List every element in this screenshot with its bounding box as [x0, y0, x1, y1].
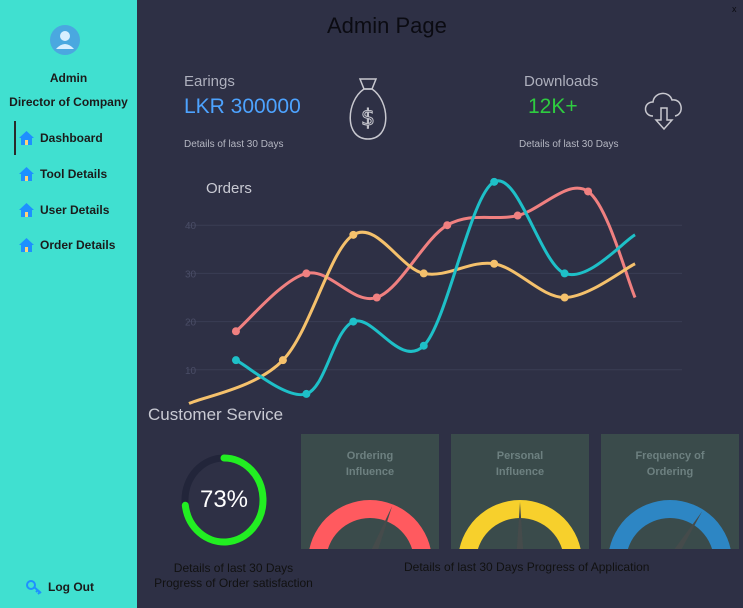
data-point-yellow — [560, 293, 569, 302]
sidebar-item-order-details[interactable]: Order Details — [18, 234, 115, 256]
sidebar-item-label: User Details — [40, 203, 110, 217]
y-tick-label: 40 — [185, 221, 197, 232]
avatar-icon — [50, 25, 80, 55]
data-point-teal — [560, 269, 569, 278]
logout-label: Log Out — [48, 580, 94, 594]
data-point-salmon — [443, 221, 452, 230]
data-point-teal — [231, 356, 240, 365]
data-point-yellow — [419, 269, 428, 278]
home-icon — [19, 238, 34, 252]
gauge-meter — [459, 500, 581, 549]
data-point-salmon — [302, 269, 311, 278]
application-footer: Details of last 30 Days Progress of Appl… — [404, 560, 650, 574]
data-point-salmon — [513, 211, 522, 220]
data-point-teal — [302, 389, 311, 398]
gauge-band — [609, 500, 731, 549]
data-point-teal — [490, 177, 499, 186]
y-tick-label: 30 — [185, 269, 197, 280]
data-point-teal — [349, 317, 358, 326]
sidebar-item-dashboard[interactable]: Dashboard — [14, 121, 103, 155]
home-icon — [19, 203, 34, 217]
satisfaction-footer-line1: Details of last 30 Days — [173, 561, 294, 575]
data-point-salmon — [584, 187, 593, 196]
gauge-meter — [609, 500, 731, 549]
main-panel: Admin Page x Earings LKR 300000 Details … — [137, 0, 743, 608]
gauge-band — [309, 500, 431, 549]
gauge-personal-influence: Personal Influence — [451, 434, 589, 549]
key-icon — [26, 579, 42, 595]
home-icon — [19, 167, 34, 181]
sidebar-item-label: Dashboard — [40, 131, 103, 145]
series-line-yellow — [188, 230, 636, 405]
data-point-teal — [419, 341, 428, 350]
data-point-yellow — [490, 259, 499, 268]
data-point-yellow — [278, 356, 287, 365]
user-name: Admin — [49, 71, 88, 85]
gauge-meter — [309, 500, 431, 549]
satisfaction-footer-line2: Progress of Order satisfaction — [154, 576, 313, 590]
y-tick-label: 10 — [185, 366, 197, 377]
series-line-teal — [235, 179, 636, 397]
chart-title: Orders — [206, 180, 252, 197]
sidebar-item-user-details[interactable]: User Details — [18, 199, 109, 221]
sidebar: Admin Director of Company Dashboard Tool… — [0, 0, 137, 608]
data-point-salmon — [372, 293, 381, 302]
gauge-frequency-of-ordering: Frequency of Ordering — [601, 434, 739, 549]
logout-button[interactable]: Log Out — [26, 576, 94, 598]
sidebar-item-label: Tool Details — [40, 167, 108, 181]
data-point-yellow — [349, 230, 358, 239]
orders-chart: 10 20 30 40 — [185, 177, 682, 405]
sidebar-item-tool-details[interactable]: Tool Details — [18, 163, 107, 185]
gauge-ordering-influence: Ordering Influence — [301, 434, 439, 549]
data-point-salmon — [231, 327, 240, 336]
home-icon — [19, 131, 34, 145]
user-role: Director of Company — [9, 95, 128, 109]
y-tick-label: 20 — [185, 318, 197, 329]
customer-service-title: Customer Service — [148, 405, 284, 424]
sidebar-item-label: Order Details — [40, 238, 116, 252]
satisfaction-percent: 73% — [199, 486, 249, 513]
series-line-salmon — [234, 186, 637, 333]
